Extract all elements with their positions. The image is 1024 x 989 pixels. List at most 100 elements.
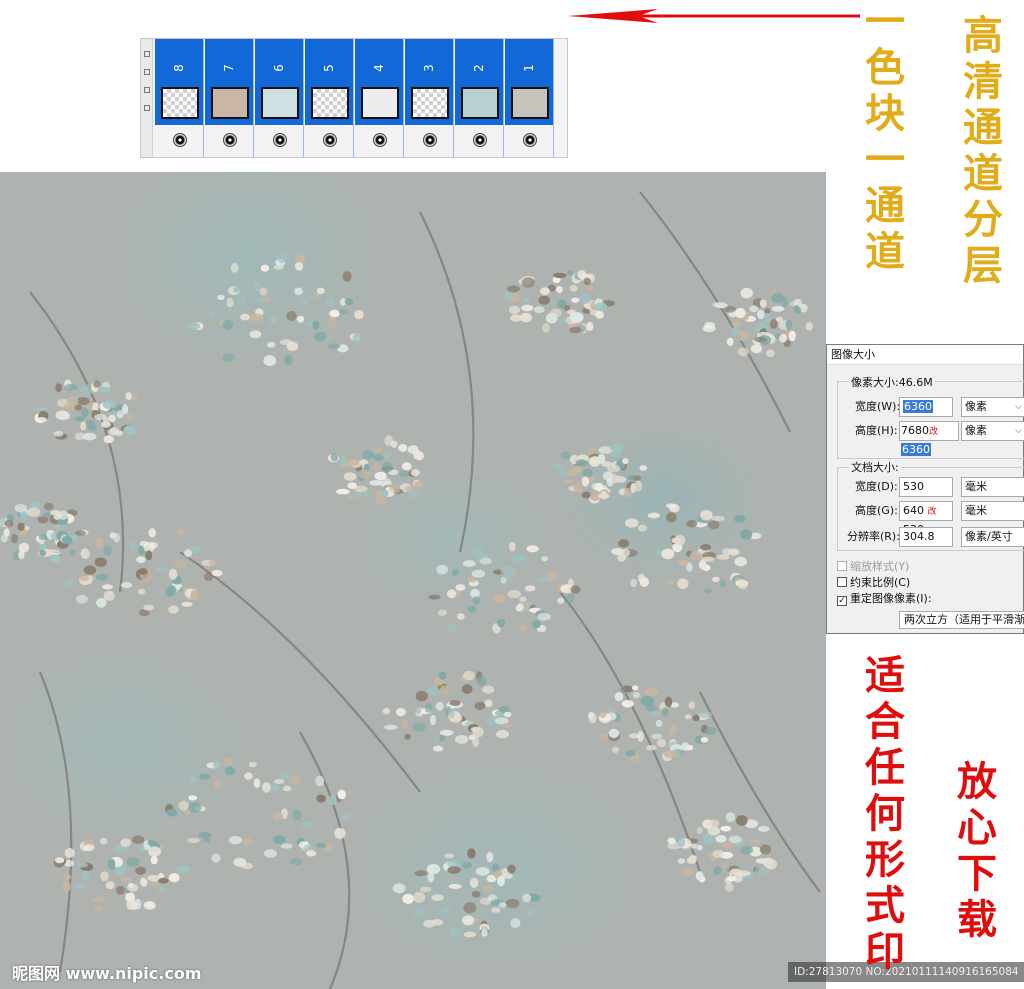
channel-4[interactable]: 4 — [355, 39, 404, 157]
promo-text-gold-2: 高清通道分层 — [956, 14, 1003, 290]
channel-thumbnail — [211, 87, 249, 119]
pixel-size-label: 像素大小:46.6M — [849, 374, 935, 390]
doc-height-unit-select[interactable]: 毫米 — [961, 501, 1024, 521]
tool-icon[interactable] — [144, 87, 150, 93]
width-unit-select[interactable]: 像素 ⌵ — [961, 397, 1024, 417]
blossom-cluster — [588, 684, 717, 762]
unit-label: 像素 — [965, 424, 987, 437]
height-new-value: 6360 — [901, 443, 931, 456]
channel-8[interactable]: 8 — [155, 39, 204, 157]
channel-number: 3 — [422, 64, 436, 72]
checkbox-label: 缩放样式(Y) — [850, 560, 910, 573]
branch — [179, 551, 421, 793]
channel-number: 7 — [222, 64, 236, 72]
blossom-cluster — [53, 835, 190, 913]
promo-text-red-1: 适合任何形式印 — [858, 654, 905, 976]
channel-number: 2 — [472, 64, 486, 72]
eye-icon[interactable] — [173, 133, 187, 147]
chevron-down-icon: ⌵ — [1015, 402, 1022, 412]
eye-icon[interactable] — [473, 133, 487, 147]
tool-icon[interactable] — [144, 69, 150, 75]
blossom-cluster — [554, 443, 647, 504]
checkmark-icon: ✓ — [837, 596, 847, 606]
blossom-cluster — [702, 287, 813, 358]
resample-method-select[interactable]: 两次立方（适用于平滑渐变 — [899, 611, 1024, 629]
blossom-cluster — [66, 528, 223, 617]
red-arrow-icon — [568, 9, 860, 23]
channel-2[interactable]: 2 — [455, 39, 504, 157]
scale-styles-checkbox[interactable]: 缩放样式(Y) — [837, 559, 909, 575]
doc-height-input[interactable]: 640 改 530 — [899, 501, 953, 536]
branch — [38, 671, 73, 973]
blossom-cluster — [611, 503, 766, 594]
channels-panel: 8 7 6 5 4 3 2 1 — [140, 38, 568, 158]
width-input[interactable]: 6360 — [899, 397, 953, 417]
eye-icon[interactable] — [423, 133, 437, 147]
watermark-logo: 昵图网 www.nipic.com — [12, 964, 202, 983]
branch — [299, 731, 351, 989]
channel-3[interactable]: 3 — [405, 39, 454, 157]
channel-1[interactable]: 1 — [505, 39, 554, 157]
channel-thumbnail — [411, 87, 449, 119]
doc-height-edit-mark: 改 — [927, 507, 937, 517]
branch — [559, 591, 702, 873]
doc-height-label: 高度(G): — [855, 504, 898, 517]
blossom-cluster — [187, 253, 364, 366]
blossom-cluster — [392, 848, 541, 938]
eye-icon[interactable] — [223, 133, 237, 147]
doc-size-label: 文档大小: — [849, 459, 901, 475]
image-size-dialog: 图像大小 像素大小:46.6M 宽度(W): 6360 像素 ⌵ 高度(H): 7… — [826, 344, 1024, 634]
unit-label: 像素 — [965, 400, 987, 413]
channel-6[interactable]: 6 — [255, 39, 304, 157]
eye-icon[interactable] — [523, 133, 537, 147]
blossom-cluster — [428, 541, 581, 634]
channel-5[interactable]: 5 — [305, 39, 354, 157]
tool-icon[interactable] — [144, 105, 150, 111]
dialog-title: 图像大小 — [827, 345, 1023, 365]
checkbox-icon — [837, 561, 847, 571]
chevron-down-icon: ⌵ — [1015, 426, 1022, 436]
blossom-cluster — [33, 379, 138, 444]
eye-icon[interactable] — [373, 133, 387, 147]
checkbox-label: 重定图像像素(I): — [850, 592, 932, 605]
eye-icon[interactable] — [323, 133, 337, 147]
width-value: 6360 — [903, 400, 933, 413]
width-label: 宽度(W): — [855, 400, 901, 413]
blossom-cluster — [382, 670, 514, 752]
channels-toolbar — [141, 39, 153, 157]
tool-icon[interactable] — [144, 51, 150, 57]
height-input[interactable]: 7680改 6360 — [899, 421, 959, 456]
channel-7[interactable]: 7 — [205, 39, 254, 157]
channel-thumbnail — [311, 87, 349, 119]
height-old-value: 7680 — [901, 424, 929, 437]
branch — [419, 211, 475, 553]
height-edit-mark: 改 — [929, 427, 939, 437]
checkbox-label: 约束比例(C) — [850, 576, 911, 589]
doc-width-label: 宽度(D): — [855, 480, 898, 493]
resolution-unit-select[interactable]: 像素/英寸 — [961, 527, 1024, 547]
promo-text-gold-1: 一色块一通道 — [858, 0, 905, 276]
doc-width-input[interactable]: 530 — [899, 477, 953, 497]
height-label: 高度(H): — [855, 424, 898, 437]
resolution-input[interactable]: 304.8 — [899, 527, 953, 547]
channel-thumbnail — [361, 87, 399, 119]
channel-thumbnail — [261, 87, 299, 119]
resolution-label: 分辨率(R): — [847, 530, 900, 543]
channel-thumbnail — [511, 87, 549, 119]
constrain-proportions-checkbox[interactable]: 约束比例(C) — [837, 575, 910, 591]
resample-checkbox[interactable]: ✓ 重定图像像素(I): — [837, 591, 932, 607]
blossom-cluster — [327, 435, 424, 505]
blossom-cluster — [504, 270, 615, 334]
channel-number: 4 — [372, 64, 386, 72]
doc-height-old-value: 640 — [903, 504, 924, 517]
checkbox-icon — [837, 577, 847, 587]
channel-thumbnail — [161, 87, 199, 119]
doc-width-unit-select[interactable]: 毫米 — [961, 477, 1024, 497]
eye-icon[interactable] — [273, 133, 287, 147]
floral-pattern-image: 昵图网 www.nipic.com — [0, 172, 826, 989]
blossom-artwork — [0, 191, 821, 989]
channel-number: 5 — [322, 64, 336, 72]
promo-text-red-2: 放心下载 — [950, 760, 997, 944]
channel-thumbnail — [461, 87, 499, 119]
height-unit-select[interactable]: 像素 ⌵ — [961, 421, 1024, 441]
